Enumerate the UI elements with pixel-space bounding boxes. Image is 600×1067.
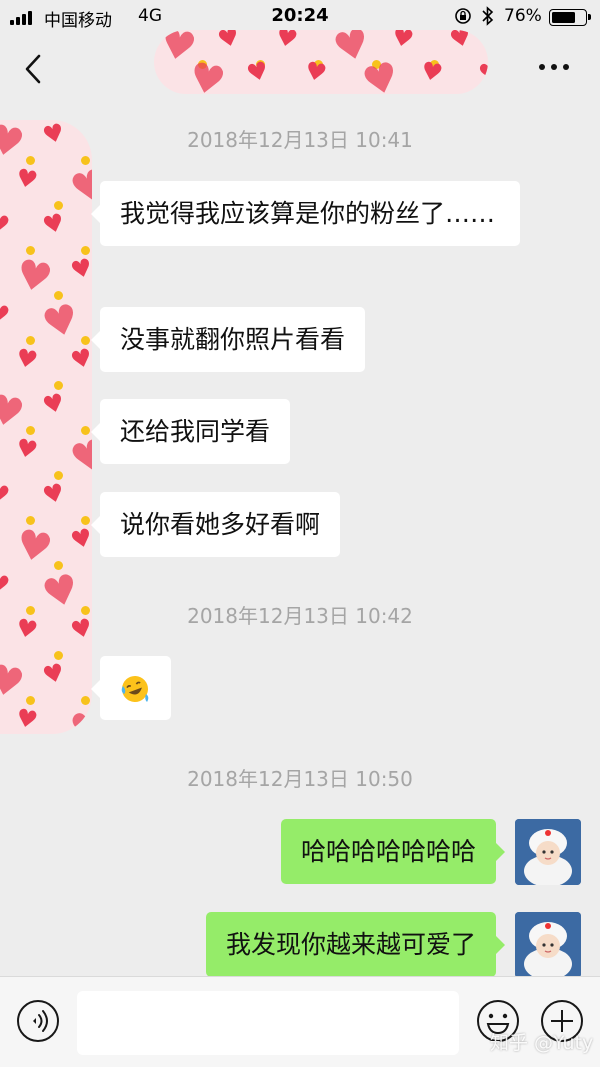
battery-percent: 76% xyxy=(504,6,542,26)
laughing-crying-emoji xyxy=(121,676,149,702)
heart-sticker-icon: ♥ xyxy=(446,30,475,55)
heart-sticker-icon: ♥ xyxy=(12,433,40,465)
heart-sticker-icon: ♥ xyxy=(302,56,330,88)
heart-sticker-icon: ♥ xyxy=(67,522,92,556)
ellipsis-icon[interactable] xyxy=(538,62,570,72)
heart-sticker-icon: ♥ xyxy=(67,342,92,376)
incoming-message[interactable]: 我觉得我应该算是你的粉丝了…… xyxy=(91,181,520,246)
heart-sticker-icon: ♥ xyxy=(243,55,272,89)
heart-sticker-icon: ♥ xyxy=(67,252,92,286)
message-text: 我觉得我应该算是你的粉丝了…… xyxy=(120,199,496,228)
heart-sticker-icon: ♥ xyxy=(65,700,92,734)
heart-sticker-icon: ♥ xyxy=(273,30,301,54)
heart-sticker-icon: ♥ xyxy=(357,53,405,94)
heart-sticker-icon: ♥ xyxy=(65,430,92,484)
message-timestamp: 2018年12月13日 10:42 xyxy=(187,604,413,628)
heart-sticker-icon: ♥ xyxy=(65,160,92,214)
heart-sticker-icon: ♥ xyxy=(12,163,40,195)
status-bar: 中国移动 4G 20:24 76% xyxy=(0,0,600,34)
message-text: 哈哈哈哈哈哈哈 xyxy=(300,837,476,866)
battery-icon xyxy=(549,9,591,26)
heart-sticker-icon: ♥ xyxy=(0,655,29,709)
heart-sticker-icon: ♥ xyxy=(11,520,56,574)
message-text: 没事就翻你照片看看 xyxy=(120,325,346,354)
message-input[interactable] xyxy=(77,991,459,1055)
heart-sticker-icon: ♥ xyxy=(184,53,230,94)
heart-sticker-icon: ♥ xyxy=(12,703,40,734)
voice-icon[interactable] xyxy=(16,999,60,1043)
bluetooth-icon xyxy=(482,6,494,26)
heart-sticker-icon: ♥ xyxy=(0,208,13,240)
incoming-message[interactable]: 还给我同学看 xyxy=(90,399,291,464)
outgoing-message[interactable]: 我发现你越来越可爱了 xyxy=(205,912,506,977)
heart-sticker-icon: ♥ xyxy=(0,298,13,330)
heart-sticker-icon: ♥ xyxy=(39,387,68,421)
avatar-sticker-mask: ♥ ♥ ♥ ♥ ♥ ♥ ♥ ♥ ♥ ♥ ♥ ♥ ♥ ♥ ♥ ♥ ♥ ♥ ♥ ♥ ♥ ♥ ♥ ♥ ♥ ♥ ♥ ♥ xyxy=(0,120,92,734)
heart-sticker-icon: ♥ xyxy=(11,250,56,304)
heart-sticker-icon: ♥ xyxy=(389,30,417,54)
heart-sticker-icon: ♥ xyxy=(12,343,40,375)
heart-sticker-icon: ♥ xyxy=(475,55,488,89)
heart-sticker-icon: ♥ xyxy=(39,207,68,241)
chevron-left-icon[interactable] xyxy=(22,52,46,86)
battery-fill xyxy=(552,12,575,23)
message-timestamp: 2018年12月13日 10:50 xyxy=(187,767,413,791)
user-avatar[interactable] xyxy=(515,819,581,885)
avatar-image xyxy=(515,819,581,885)
contact-name-sticker: ♥ ♥ ♥ ♥ ♥ ♥ ♥ ♥ ♥ ♥ ♥ ♥ xyxy=(154,30,488,94)
dot-sticker-icon xyxy=(26,156,35,165)
chat-header: ♥ ♥ ♥ ♥ ♥ ♥ ♥ ♥ ♥ ♥ ♥ ♥ xyxy=(0,30,600,100)
heart-sticker-icon: ♥ xyxy=(214,30,243,55)
incoming-message[interactable]: 没事就翻你照片看看 xyxy=(90,307,366,372)
incoming-message[interactable]: 说你看她多好看啊 xyxy=(90,492,341,557)
rotation-lock-icon xyxy=(455,8,471,24)
message-text: 我发现你越来越可爱了 xyxy=(225,930,476,959)
dot-sticker-icon xyxy=(26,336,35,345)
avatar-image xyxy=(515,912,581,978)
heart-sticker-icon: ♥ xyxy=(0,568,13,600)
message-text: 说你看她多好看啊 xyxy=(120,510,321,539)
heart-sticker-icon: ♥ xyxy=(39,657,68,691)
message-timestamp: 2018年12月13日 10:41 xyxy=(187,128,413,152)
heart-sticker-icon: ♥ xyxy=(0,478,13,510)
watermark: 知乎 @Yuty xyxy=(490,1032,594,1054)
heart-sticker-icon: ♥ xyxy=(39,477,68,511)
dot-sticker-icon xyxy=(26,426,35,435)
incoming-emoji-message[interactable] xyxy=(91,656,171,720)
heart-sticker-icon: ♥ xyxy=(418,56,446,88)
heart-sticker-icon: ♥ xyxy=(0,385,29,439)
dot-sticker-icon xyxy=(26,696,35,705)
outgoing-message[interactable]: 哈哈哈哈哈哈哈 xyxy=(280,819,506,884)
user-avatar[interactable] xyxy=(515,912,581,978)
message-text: 还给我同学看 xyxy=(120,417,271,446)
heart-sticker-icon: ♥ xyxy=(37,295,85,349)
